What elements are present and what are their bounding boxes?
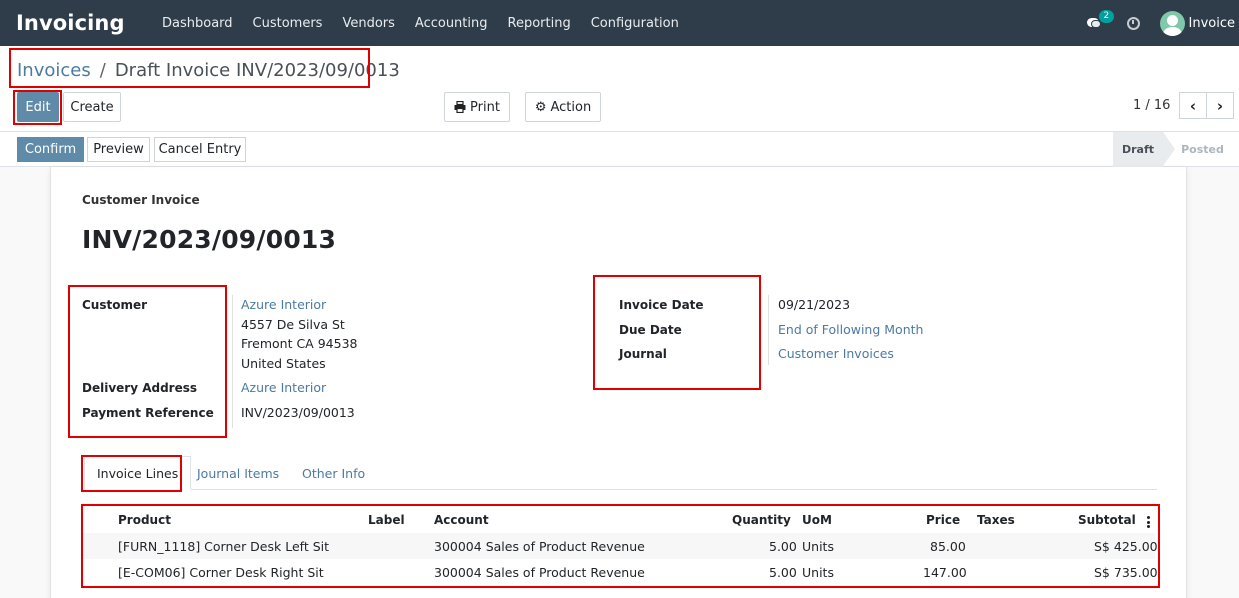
- row2-subtotal: S$ 735.00: [1094, 565, 1158, 580]
- action-button[interactable]: ⚙ Action: [525, 92, 601, 122]
- menu-reporting[interactable]: Reporting: [498, 16, 581, 31]
- row1-subtotal: S$ 425.00: [1094, 539, 1158, 554]
- breadcrumb-separator: /: [99, 60, 106, 81]
- menu-vendors[interactable]: Vendors: [332, 16, 404, 31]
- invoice-date-label: Invoice Date: [619, 298, 704, 312]
- row2-price[interactable]: 147.00: [923, 565, 967, 580]
- clock-icon[interactable]: [1126, 16, 1140, 30]
- customer-address-line3: United States: [241, 356, 326, 371]
- column-label[interactable]: Label: [368, 513, 405, 527]
- delivery-address-label: Delivery Address: [82, 381, 198, 395]
- edit-button[interactable]: Edit: [17, 92, 59, 122]
- row1-price[interactable]: 85.00: [930, 539, 966, 554]
- row2-uom[interactable]: Units: [802, 565, 834, 580]
- status-bar: Confirm Preview Cancel Entry Draft Poste…: [0, 132, 1239, 167]
- customer-address-line2: Fremont CA 94538: [241, 336, 358, 351]
- row1-product[interactable]: [FURN_1118] Corner Desk Left Sit: [118, 539, 329, 554]
- payment-reference-value[interactable]: INV/2023/09/0013: [241, 405, 355, 420]
- journal-link[interactable]: Customer Invoices: [778, 346, 894, 361]
- row2-quantity[interactable]: 5.00: [769, 565, 797, 580]
- invoice-number-title: INV/2023/09/0013: [82, 225, 337, 254]
- breadcrumb-current: Draft Invoice INV/2023/09/0013: [114, 60, 400, 81]
- breadcrumb: Invoices / Draft Invoice INV/2023/09/001…: [17, 60, 400, 81]
- column-options-icon[interactable]: [1147, 516, 1150, 530]
- cancel-entry-button[interactable]: Cancel Entry: [154, 137, 246, 162]
- app-brand[interactable]: Invoicing: [0, 11, 152, 35]
- navbar-systray: 2 Invoice: [1086, 0, 1239, 46]
- tab-invoice-lines[interactable]: Invoice Lines: [84, 456, 192, 490]
- row1-account[interactable]: 300004 Sales of Product Revenue: [434, 539, 645, 554]
- control-panel: Invoices / Draft Invoice INV/2023/09/001…: [0, 46, 1239, 132]
- confirm-button[interactable]: Confirm: [17, 137, 84, 162]
- pager-previous-button[interactable]: ‹: [1179, 92, 1207, 119]
- row2-product[interactable]: [E-COM06] Corner Desk Right Sit: [118, 565, 324, 580]
- stage-draft: Draft: [1113, 132, 1175, 167]
- stage-posted[interactable]: Posted: [1175, 132, 1230, 167]
- chat-icon[interactable]: 2: [1086, 10, 1115, 30]
- column-taxes[interactable]: Taxes: [977, 513, 1015, 527]
- chat-badge: 2: [1098, 10, 1115, 23]
- form-sheet: Customer Invoice INV/2023/09/0013 Custom…: [50, 167, 1187, 598]
- row2-account[interactable]: 300004 Sales of Product Revenue: [434, 565, 645, 580]
- due-date-link[interactable]: End of Following Month: [778, 322, 923, 337]
- column-quantity[interactable]: Quantity: [732, 513, 791, 527]
- field-separator-right: [768, 295, 769, 365]
- chat-bubble-shape-2: [1090, 20, 1101, 28]
- user-name[interactable]: Invoice: [1189, 16, 1239, 31]
- print-label: Print: [470, 99, 500, 115]
- customer-address-line1: 4557 De Silva St: [241, 317, 345, 332]
- menu-dashboard[interactable]: Dashboard: [152, 16, 243, 31]
- payment-reference-label: Payment Reference: [82, 406, 214, 420]
- printer-icon: [454, 101, 466, 113]
- avatar[interactable]: [1159, 10, 1185, 36]
- column-price[interactable]: Price: [926, 513, 960, 527]
- column-account[interactable]: Account: [434, 513, 489, 527]
- notebook-tabs: Invoice Lines Journal Items Other Info: [82, 456, 1157, 490]
- row1-uom[interactable]: Units: [802, 539, 834, 554]
- print-button[interactable]: Print: [444, 92, 510, 122]
- due-date-label: Due Date: [619, 323, 682, 337]
- tab-journal-items[interactable]: Journal Items: [197, 456, 279, 490]
- create-button[interactable]: Create: [63, 92, 121, 122]
- customer-link[interactable]: Azure Interior: [241, 297, 326, 312]
- pager-next-button[interactable]: ›: [1206, 92, 1234, 119]
- delivery-address-link[interactable]: Azure Interior: [241, 380, 326, 395]
- field-separator-left: [232, 295, 233, 428]
- action-label: Action: [550, 99, 592, 115]
- gear-icon: ⚙: [534, 99, 547, 115]
- menu-accounting[interactable]: Accounting: [405, 16, 498, 31]
- column-uom[interactable]: UoM: [802, 513, 832, 527]
- breadcrumb-invoices-link[interactable]: Invoices: [17, 60, 91, 81]
- journal-label: Journal: [619, 347, 667, 361]
- invoice-type-label: Customer Invoice: [82, 193, 200, 207]
- customer-label: Customer: [82, 298, 148, 312]
- invoice-date-value[interactable]: 09/21/2023: [778, 297, 850, 312]
- chevron-right-icon: ›: [1216, 96, 1224, 115]
- tab-other-info[interactable]: Other Info: [302, 456, 365, 490]
- top-navbar: Invoicing Dashboard Customers Vendors Ac…: [0, 0, 1239, 46]
- menu-customers[interactable]: Customers: [243, 16, 333, 31]
- column-subtotal[interactable]: Subtotal: [1078, 513, 1136, 527]
- column-product[interactable]: Product: [118, 513, 171, 527]
- main-menu: Dashboard Customers Vendors Accounting R…: [152, 16, 689, 31]
- pager-value[interactable]: 1 / 16: [1133, 98, 1170, 113]
- row1-quantity[interactable]: 5.00: [769, 539, 797, 554]
- chevron-left-icon: ‹: [1189, 96, 1197, 115]
- menu-configuration[interactable]: Configuration: [581, 16, 689, 31]
- preview-button[interactable]: Preview: [87, 137, 150, 162]
